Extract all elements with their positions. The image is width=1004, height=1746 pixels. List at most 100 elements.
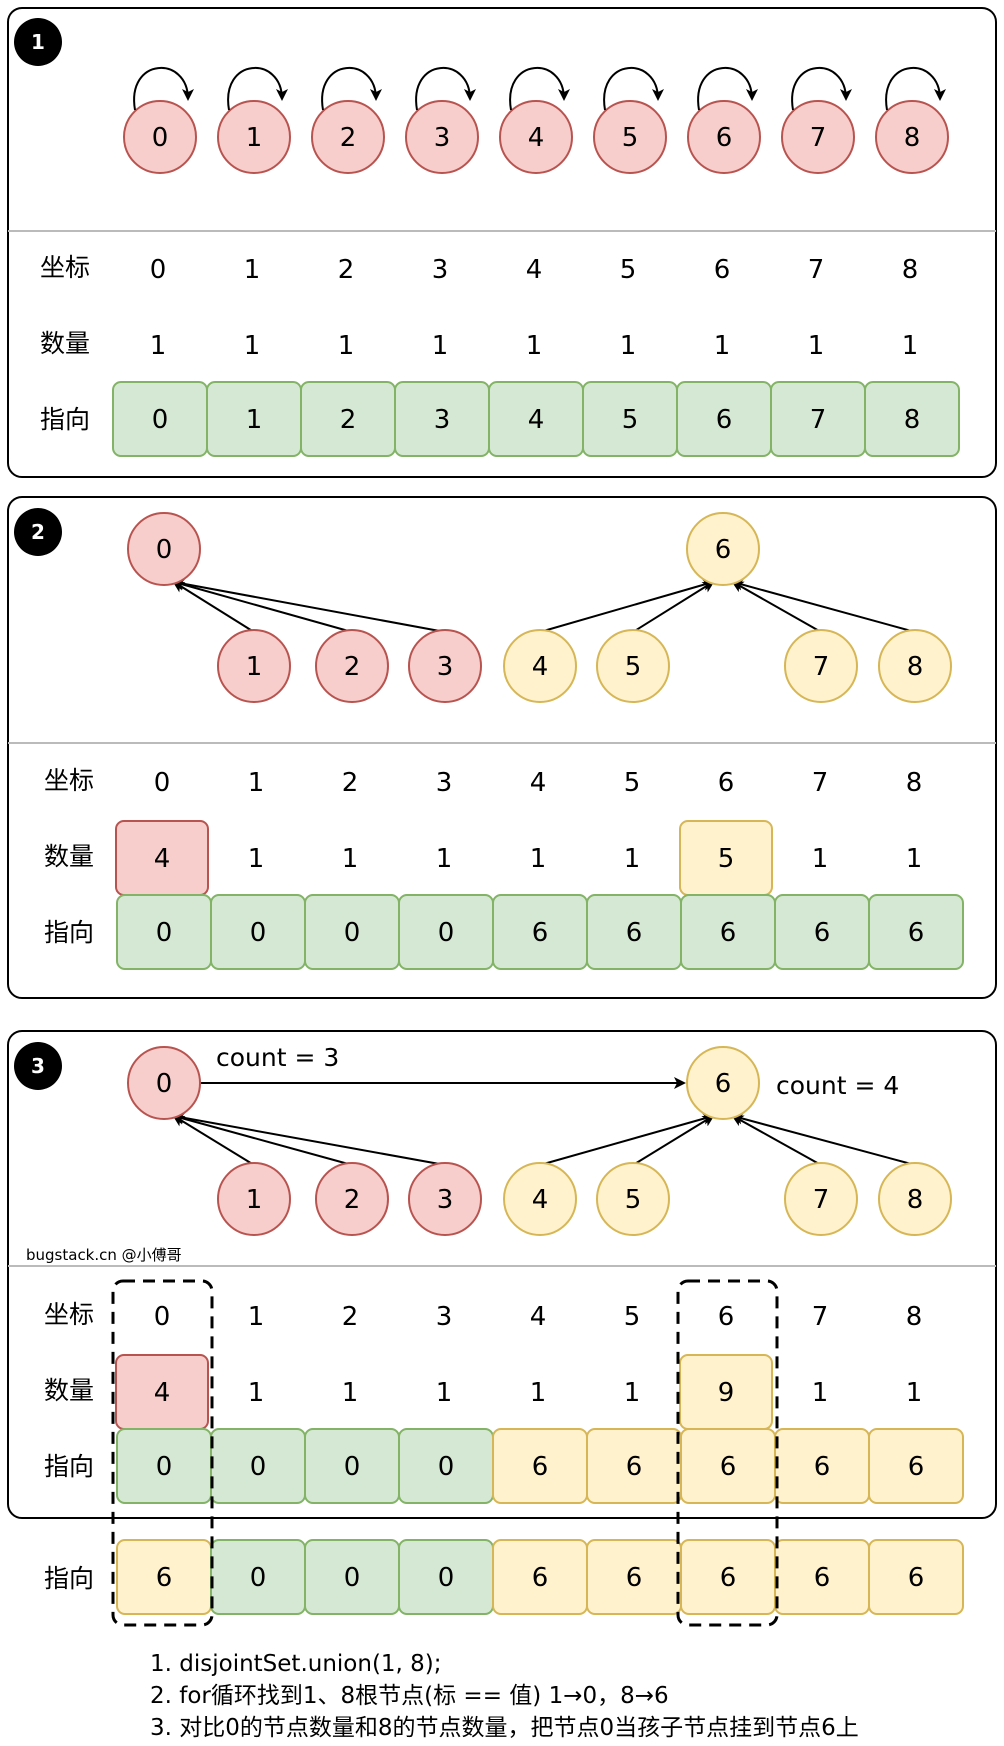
p3-child-5-label: 7 xyxy=(813,1185,830,1215)
p1-pointer-cell-0: 0 xyxy=(112,381,208,457)
p2-child-2-label: 3 xyxy=(437,652,454,682)
panel-3-index-label: 坐标 xyxy=(44,1300,94,1329)
p2-root-0: 0 xyxy=(127,512,201,586)
p3-count-3: 1 xyxy=(436,1378,453,1408)
p3-child-1: 2 xyxy=(315,1162,389,1236)
p3-pointer-cell-0-label: 0 xyxy=(156,1452,173,1482)
note-1: 1. disjointSet.union(1, 8); xyxy=(150,1651,442,1677)
p2-count-cell-0-label: 4 xyxy=(154,844,171,874)
p2-child-0-label: 1 xyxy=(246,652,263,682)
p2-pointer-cell-2-label: 0 xyxy=(344,918,361,948)
p2-count-1: 1 xyxy=(248,844,265,874)
panel-2-badge-text: 2 xyxy=(31,520,45,544)
p3-child-2-label: 3 xyxy=(437,1185,454,1215)
p3-index-2: 2 xyxy=(342,1302,359,1332)
p3-pointer-cell-7: 6 xyxy=(774,1428,870,1504)
result-pointer-cell-8: 6 xyxy=(868,1539,964,1615)
p2-index-7: 7 xyxy=(812,768,829,798)
p1-node-2: 2 xyxy=(311,100,385,174)
p1-count-5: 1 xyxy=(620,331,637,361)
p2-pointer-cell-5-label: 6 xyxy=(626,918,643,948)
p3-pointer-cell-1: 0 xyxy=(210,1428,306,1504)
p3-child-3-label: 4 xyxy=(532,1185,549,1215)
p2-pointer-cell-8: 6 xyxy=(868,894,964,970)
p3-index-4: 4 xyxy=(530,1302,547,1332)
p3-count-5: 1 xyxy=(624,1378,641,1408)
panel-1-badge: 1 xyxy=(14,18,62,66)
p1-pointer-cell-4-label: 4 xyxy=(528,405,545,435)
p3-count-7: 1 xyxy=(812,1378,829,1408)
p1-node-1: 1 xyxy=(217,100,291,174)
p3-pointer-cell-6-label: 6 xyxy=(720,1452,737,1482)
panel-3-badge-text: 3 xyxy=(31,1054,45,1078)
note-3: 3. 对比0的节点数量和8的节点数量，把节点0当孩子节点挂到节点6上 xyxy=(150,1715,859,1741)
note-2: 2. for循环找到1、8根节点(标 == 值) 1→0，8→6 xyxy=(150,1683,669,1709)
p3-count-1: 1 xyxy=(248,1378,265,1408)
p1-pointer-cell-1: 1 xyxy=(206,381,302,457)
p2-index-0: 0 xyxy=(154,768,171,798)
p2-child-0: 1 xyxy=(217,629,291,703)
p3-index-7: 7 xyxy=(812,1302,829,1332)
p1-index-6: 6 xyxy=(714,255,731,285)
p3-child-2: 3 xyxy=(408,1162,482,1236)
p2-count-8: 1 xyxy=(906,844,923,874)
p1-node-1-label: 1 xyxy=(246,123,263,153)
p3-count-cell-6-label: 9 xyxy=(718,1378,735,1408)
p1-pointer-cell-6-label: 6 xyxy=(716,405,733,435)
p2-pointer-cell-6-label: 6 xyxy=(720,918,737,948)
p2-pointer-cell-6: 6 xyxy=(680,894,776,970)
result-pointer-cell-7: 6 xyxy=(774,1539,870,1615)
panel-3-pointer-label: 指向 xyxy=(44,1452,94,1481)
p2-pointer-cell-5: 6 xyxy=(586,894,682,970)
p2-child-5: 7 xyxy=(784,629,858,703)
p3-pointer-cell-7-label: 6 xyxy=(814,1452,831,1482)
p2-child-4: 5 xyxy=(596,629,670,703)
p1-node-0: 0 xyxy=(123,100,197,174)
p2-count-cell-6: 5 xyxy=(679,820,773,896)
result-pointer-cell-5-label: 6 xyxy=(626,1563,643,1593)
p1-node-6: 6 xyxy=(687,100,761,174)
p3-child-0: 1 xyxy=(217,1162,291,1236)
root-0-count-label: count = 3 xyxy=(216,1043,339,1072)
p3-index-5: 5 xyxy=(624,1302,641,1332)
p3-pointer-cell-5: 6 xyxy=(586,1428,682,1504)
p3-child-1-label: 2 xyxy=(344,1185,361,1215)
p2-child-6-label: 8 xyxy=(907,652,924,682)
p3-index-0: 0 xyxy=(154,1302,171,1332)
panel-1-index-label: 坐标 xyxy=(40,253,90,282)
result-pointer-cell-0-label: 6 xyxy=(156,1563,173,1593)
p2-pointer-cell-2: 0 xyxy=(304,894,400,970)
p2-index-6: 6 xyxy=(718,768,735,798)
p3-pointer-cell-6: 6 xyxy=(680,1428,776,1504)
p3-pointer-cell-2: 0 xyxy=(304,1428,400,1504)
p2-index-1: 1 xyxy=(248,768,265,798)
p2-index-4: 4 xyxy=(530,768,547,798)
p3-child-0-label: 1 xyxy=(246,1185,263,1215)
p2-count-cell-6-label: 5 xyxy=(718,844,735,874)
panel-1-pointer-label: 指向 xyxy=(40,405,90,434)
p1-node-3-label: 3 xyxy=(434,123,451,153)
p3-root-0-label: 0 xyxy=(156,1069,173,1099)
p2-pointer-cell-4-label: 6 xyxy=(532,918,549,948)
p2-child-1: 2 xyxy=(315,629,389,703)
result-pointer-cell-4: 6 xyxy=(492,1539,588,1615)
p1-pointer-cell-0-label: 0 xyxy=(152,405,169,435)
panel-2-badge: 2 xyxy=(14,508,62,556)
p2-root-6: 6 xyxy=(686,512,760,586)
p2-child-6: 8 xyxy=(878,629,952,703)
panel-2-index-label: 坐标 xyxy=(44,766,94,795)
p1-node-5: 5 xyxy=(593,100,667,174)
result-pointer-cell-5: 6 xyxy=(586,1539,682,1615)
p1-node-4-label: 4 xyxy=(528,123,545,153)
p2-pointer-cell-4: 6 xyxy=(492,894,588,970)
p1-pointer-cell-3-label: 3 xyxy=(434,405,451,435)
result-pointer-cell-2: 0 xyxy=(304,1539,400,1615)
p2-child-1-label: 2 xyxy=(344,652,361,682)
result-pointer-cell-7-label: 6 xyxy=(814,1563,831,1593)
p3-pointer-cell-4-label: 6 xyxy=(532,1452,549,1482)
p2-index-2: 2 xyxy=(342,768,359,798)
p2-root-6-label: 6 xyxy=(715,535,732,565)
p3-count-8: 1 xyxy=(906,1378,923,1408)
p1-node-3: 3 xyxy=(405,100,479,174)
panel-3-badge: 3 xyxy=(14,1042,62,1090)
